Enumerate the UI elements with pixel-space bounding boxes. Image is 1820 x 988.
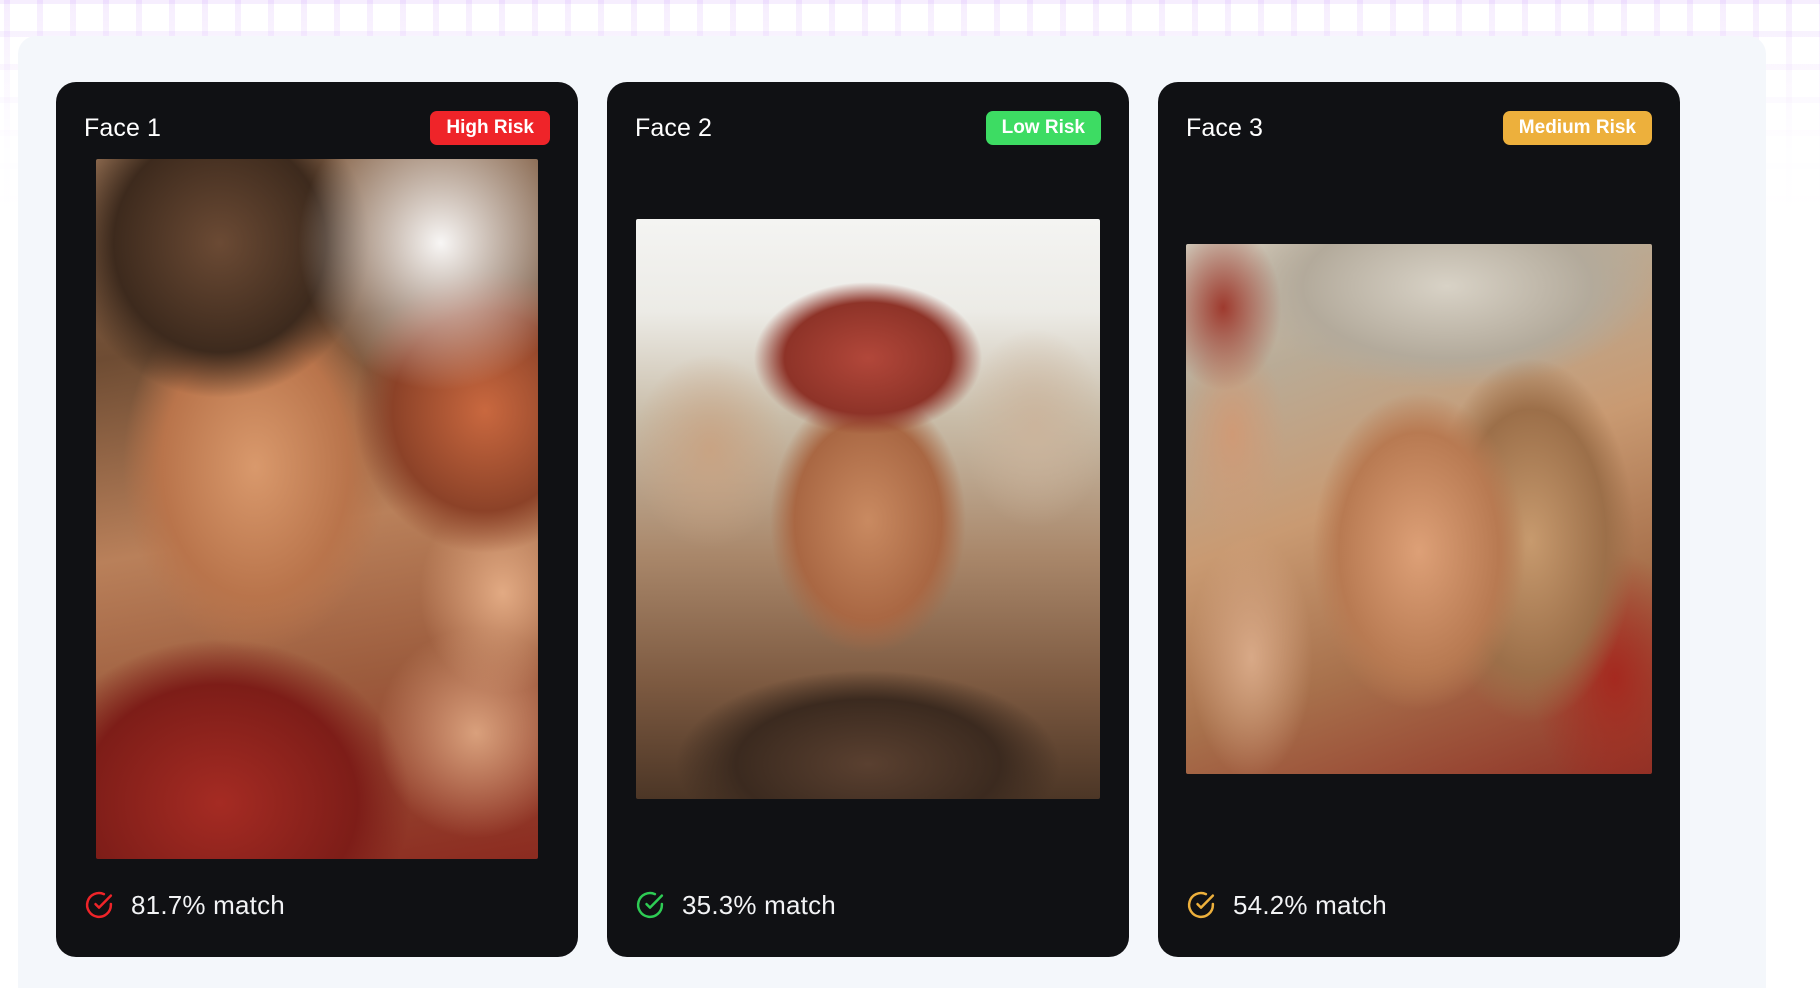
face-photo[interactable] — [1186, 243, 1652, 774]
match-percentage-label: 35.3% match — [682, 889, 836, 920]
risk-badge: High Risk — [430, 111, 550, 145]
risk-badge: Low Risk — [985, 111, 1101, 145]
face-card-title: Face 1 — [84, 113, 162, 142]
match-percentage-label: 81.7% match — [131, 889, 285, 920]
face-card[interactable]: Face 2 Low Risk 35.3% match — [607, 82, 1129, 957]
card-header: Face 2 Low Risk — [635, 108, 1101, 148]
face-image-container — [84, 148, 550, 861]
face-card[interactable]: Face 1 High Risk 81.7% match — [56, 82, 578, 957]
check-circle-icon — [1187, 891, 1215, 919]
risk-badge: Medium Risk — [1502, 111, 1652, 145]
face-photo[interactable] — [96, 158, 538, 859]
face-results-grid: Face 1 High Risk 81.7% match Face 2 Low … — [56, 82, 1680, 957]
face-image-container — [1186, 148, 1652, 861]
face-card-title: Face 2 — [635, 113, 713, 142]
face-photo[interactable] — [636, 218, 1100, 799]
card-header: Face 1 High Risk — [84, 108, 550, 148]
match-percentage-label: 54.2% match — [1233, 889, 1387, 920]
match-row: 81.7% match — [84, 861, 550, 957]
match-row: 54.2% match — [1186, 861, 1652, 957]
match-row: 35.3% match — [635, 861, 1101, 957]
check-circle-icon — [636, 891, 664, 919]
check-circle-icon — [85, 891, 113, 919]
card-header: Face 3 Medium Risk — [1186, 108, 1652, 148]
face-card[interactable]: Face 3 Medium Risk 54.2% match — [1158, 82, 1680, 957]
face-image-container — [635, 148, 1101, 861]
face-card-title: Face 3 — [1186, 113, 1264, 142]
